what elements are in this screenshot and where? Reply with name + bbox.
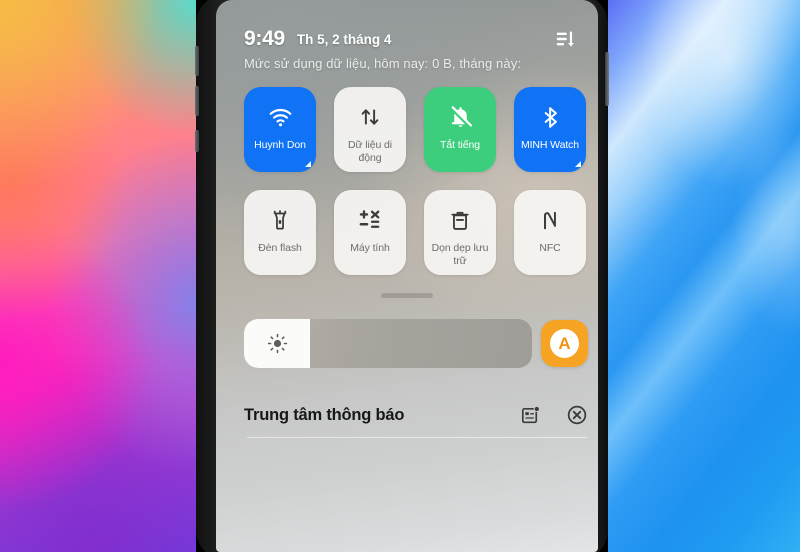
brightness-row: A [244, 319, 588, 368]
auto-brightness-button[interactable]: A [541, 320, 588, 367]
tile-mobile-data[interactable]: Dữ liệu di động [334, 87, 406, 172]
data-usage-text: Mức sử dụng dữ liệu, hôm nay: 0 B, tháng… [244, 56, 522, 71]
tile-nfc[interactable]: NFC [514, 190, 586, 275]
tile-label: Tắt tiếng [440, 139, 480, 151]
tile-flashlight[interactable]: Đèn flash [244, 190, 316, 275]
expandable-corner-icon[interactable] [305, 161, 311, 167]
clear-all-icon[interactable] [566, 404, 588, 426]
tile-label: Huynh Don [254, 139, 306, 151]
tile-bluetooth[interactable]: MINH Watch [514, 87, 586, 172]
tile-calculator[interactable]: Máy tính [334, 190, 406, 275]
screenshot-stage: 9:49 Th 5, 2 tháng 4 Mức sử dụng dữ liệu… [0, 0, 800, 552]
bluetooth-icon [539, 104, 562, 130]
auto-brightness-label: A [550, 329, 579, 358]
brightness-slider-fill [244, 319, 311, 368]
tile-label: Dữ liệu di động [348, 139, 392, 164]
panel-drag-handle[interactable] [381, 293, 433, 298]
volume-down-button[interactable] [195, 86, 199, 116]
tile-mute[interactable]: Tắt tiếng [424, 87, 496, 172]
tile-storage-cleanup[interactable]: Dọn dẹp lưu trữ [424, 190, 496, 275]
wifi-icon [268, 104, 293, 130]
volume-up-button[interactable] [195, 46, 199, 76]
notification-divider [247, 437, 587, 438]
wallpaper-right-background [608, 0, 800, 552]
bell-mute-icon [448, 104, 473, 130]
brightness-sun-icon [267, 333, 287, 354]
phone-device-frame: 9:49 Th 5, 2 tháng 4 Mức sử dụng dữ liệu… [195, 0, 609, 552]
wallpaper-left-background [0, 0, 196, 552]
tile-label: Đèn flash [258, 242, 302, 254]
flashlight-icon [269, 207, 291, 233]
notification-center-header: Trung tâm thông báo [244, 398, 588, 432]
notification-center-title: Trung tâm thông báo [244, 405, 405, 424]
mute-switch-button[interactable] [195, 130, 199, 152]
tile-label: Dọn dẹp lưu trữ [431, 242, 489, 267]
nfc-icon [539, 207, 561, 233]
calculator-icon [358, 207, 383, 233]
expandable-corner-icon[interactable] [575, 161, 581, 167]
tile-label: NFC [539, 242, 561, 254]
notification-header-actions [520, 404, 588, 426]
tile-label: Máy tính [350, 242, 390, 254]
notification-settings-icon[interactable] [520, 405, 541, 426]
trash-clean-icon [449, 207, 471, 233]
tile-label: MINH Watch [520, 139, 580, 151]
tile-wifi[interactable]: Huynh Don [244, 87, 316, 172]
mobile-data-icon [359, 104, 381, 130]
brightness-slider[interactable] [244, 319, 532, 368]
status-clock: 9:49 [244, 27, 285, 50]
status-date: Th 5, 2 tháng 4 [296, 31, 392, 47]
phone-screen: 9:49 Th 5, 2 tháng 4 Mức sử dụng dữ liệu… [216, 0, 598, 552]
sort-edit-icon[interactable] [554, 28, 576, 50]
status-bar: 9:49 Th 5, 2 tháng 4 [244, 24, 576, 54]
quick-settings-grid: Huynh Don Dữ liệu di động Tắt tiếng MINH… [244, 87, 588, 275]
power-button[interactable] [605, 52, 609, 106]
